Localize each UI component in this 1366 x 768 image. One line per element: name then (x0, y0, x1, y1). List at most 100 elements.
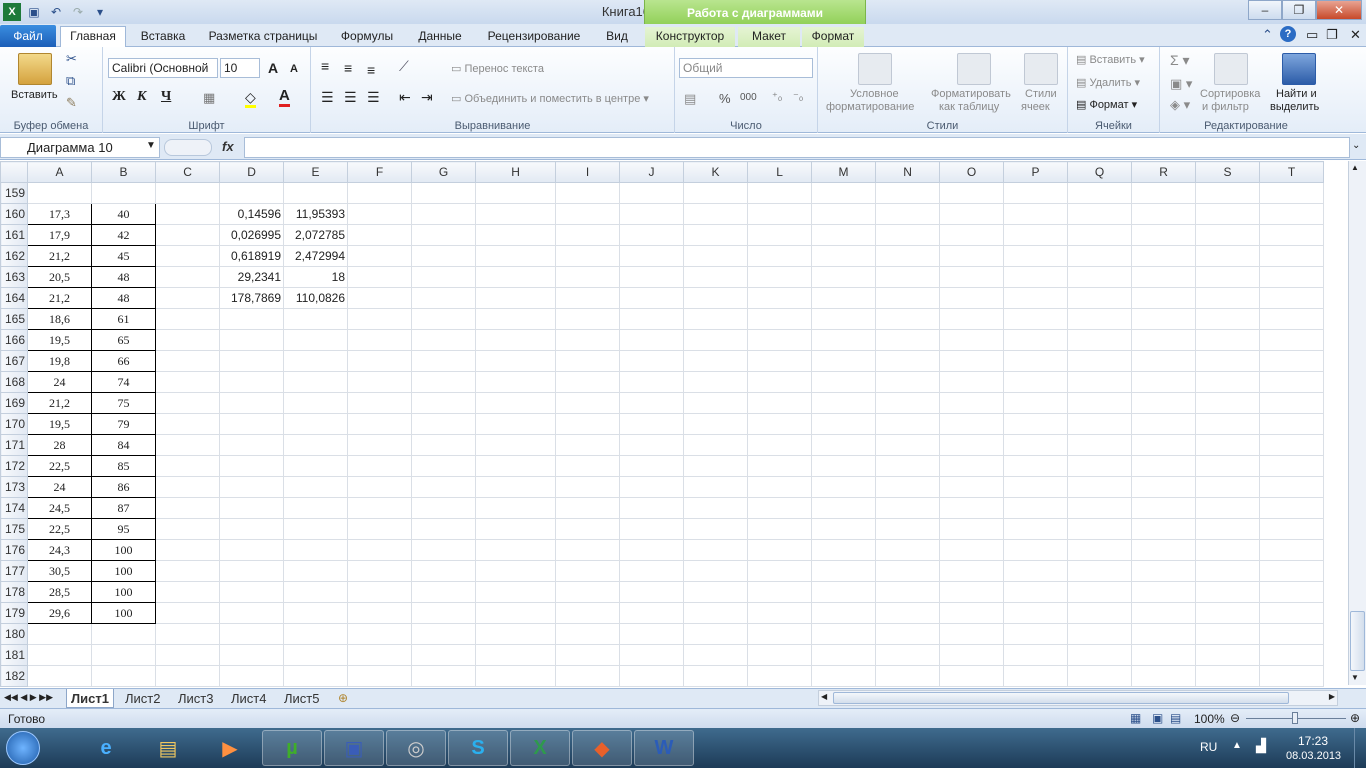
cell-l[interactable] (747, 371, 813, 393)
cell-e[interactable]: 18 (283, 266, 349, 288)
cell-q[interactable] (1067, 539, 1133, 561)
cell-e[interactable] (283, 644, 349, 666)
cell-b[interactable]: 48 (91, 287, 157, 309)
tab-page-layout[interactable]: Разметка страницы (204, 27, 322, 47)
formula-bar-splitter[interactable] (164, 139, 212, 156)
cell-i[interactable] (555, 476, 621, 498)
utorrent-icon[interactable]: µ (262, 730, 322, 766)
tab-format[interactable]: Формат (802, 27, 864, 47)
cell-d[interactable]: 0,026995 (219, 224, 285, 246)
cell-b[interactable]: 100 (91, 539, 157, 561)
cell-h[interactable] (475, 308, 557, 330)
cell-m[interactable] (811, 539, 877, 561)
cell-d[interactable] (219, 623, 285, 645)
cell-b[interactable]: 75 (91, 392, 157, 414)
view-page-layout-icon[interactable]: ▣ (1152, 711, 1163, 725)
cell-s[interactable] (1195, 371, 1261, 393)
doc-restore-icon[interactable]: ❐ (1326, 27, 1338, 43)
network-icon[interactable]: ▟ (1256, 738, 1266, 754)
cell-d[interactable] (219, 518, 285, 540)
cell-q[interactable] (1067, 224, 1133, 246)
cell-l[interactable] (747, 434, 813, 456)
cell-d[interactable] (219, 329, 285, 351)
cell-t[interactable] (1259, 623, 1325, 645)
cell-g[interactable] (411, 623, 477, 645)
cell-n[interactable] (875, 497, 941, 519)
align-middle-icon[interactable]: ≡ (344, 60, 352, 76)
cell-i[interactable] (555, 182, 621, 204)
cell-f[interactable] (347, 581, 413, 603)
cell-i[interactable] (555, 644, 621, 666)
cell-j[interactable] (619, 308, 685, 330)
cell-f[interactable] (347, 560, 413, 582)
cell-h[interactable] (475, 623, 557, 645)
cell-l[interactable] (747, 245, 813, 267)
conditional-format-label-2[interactable]: форматирование (826, 101, 914, 113)
cell-g[interactable] (411, 245, 477, 267)
powerpoint-icon[interactable]: ◆ (572, 730, 632, 766)
cell-r[interactable] (1131, 413, 1197, 435)
cell-b[interactable]: 42 (91, 224, 157, 246)
cell-c[interactable] (155, 203, 221, 225)
sheet-tab-1[interactable]: Лист1 (66, 689, 114, 708)
cell-e[interactable] (283, 539, 349, 561)
cell-q[interactable] (1067, 371, 1133, 393)
cell-r[interactable] (1131, 602, 1197, 624)
cell-j[interactable] (619, 266, 685, 288)
vertical-scrollbar[interactable]: ▲ ▼ (1348, 161, 1366, 685)
cell-k[interactable] (683, 392, 749, 414)
cell-h[interactable] (475, 329, 557, 351)
column-header[interactable]: Q (1067, 161, 1133, 183)
cell-m[interactable] (811, 644, 877, 666)
tab-home[interactable]: Главная (60, 26, 126, 48)
tab-data[interactable]: Данные (410, 27, 470, 47)
cell-m[interactable] (811, 182, 877, 204)
cell-j[interactable] (619, 182, 685, 204)
cell-a[interactable]: 24 (27, 476, 93, 498)
column-header[interactable]: R (1131, 161, 1197, 183)
cell-d[interactable]: 0,618919 (219, 245, 285, 267)
cell-l[interactable] (747, 266, 813, 288)
cell-t[interactable] (1259, 665, 1325, 687)
cell-h[interactable] (475, 350, 557, 372)
cell-a[interactable]: 22,5 (27, 455, 93, 477)
cell-h[interactable] (475, 602, 557, 624)
cell-i[interactable] (555, 434, 621, 456)
cell-s[interactable] (1195, 245, 1261, 267)
cell-a[interactable]: 28,5 (27, 581, 93, 603)
cell-c[interactable] (155, 266, 221, 288)
cell-i[interactable] (555, 413, 621, 435)
scroll-left-icon[interactable]: ◀ (821, 692, 827, 701)
align-bottom-icon[interactable]: ≡ (367, 62, 375, 78)
cell-d[interactable] (219, 392, 285, 414)
row-header[interactable]: 182 (0, 665, 29, 687)
cell-a[interactable]: 24,5 (27, 497, 93, 519)
sort-filter-icon[interactable] (1214, 53, 1248, 85)
format-table-icon[interactable] (957, 53, 991, 85)
cell-o[interactable] (939, 287, 1005, 309)
column-header[interactable]: J (619, 161, 685, 183)
column-header[interactable]: I (555, 161, 621, 183)
cell-b[interactable]: 40 (91, 203, 157, 225)
row-header[interactable]: 177 (0, 560, 29, 582)
cell-c[interactable] (155, 644, 221, 666)
cell-o[interactable] (939, 665, 1005, 687)
cell-b[interactable]: 100 (91, 602, 157, 624)
find-select-label-2[interactable]: выделить (1270, 101, 1319, 113)
horizontal-scroll-thumb[interactable] (833, 692, 1289, 704)
cell-p[interactable] (1003, 203, 1069, 225)
cell-h[interactable] (475, 434, 557, 456)
grow-font-icon[interactable]: A (268, 60, 278, 76)
cell-j[interactable] (619, 245, 685, 267)
shrink-font-icon[interactable]: A (290, 63, 298, 75)
cell-j[interactable] (619, 455, 685, 477)
column-header[interactable]: D (219, 161, 285, 183)
cell-e[interactable] (283, 602, 349, 624)
cell-k[interactable] (683, 308, 749, 330)
cell-d[interactable] (219, 455, 285, 477)
cell-d[interactable] (219, 476, 285, 498)
cell-t[interactable] (1259, 287, 1325, 309)
cell-f[interactable] (347, 644, 413, 666)
cell-b[interactable]: 48 (91, 266, 157, 288)
cell-j[interactable] (619, 434, 685, 456)
